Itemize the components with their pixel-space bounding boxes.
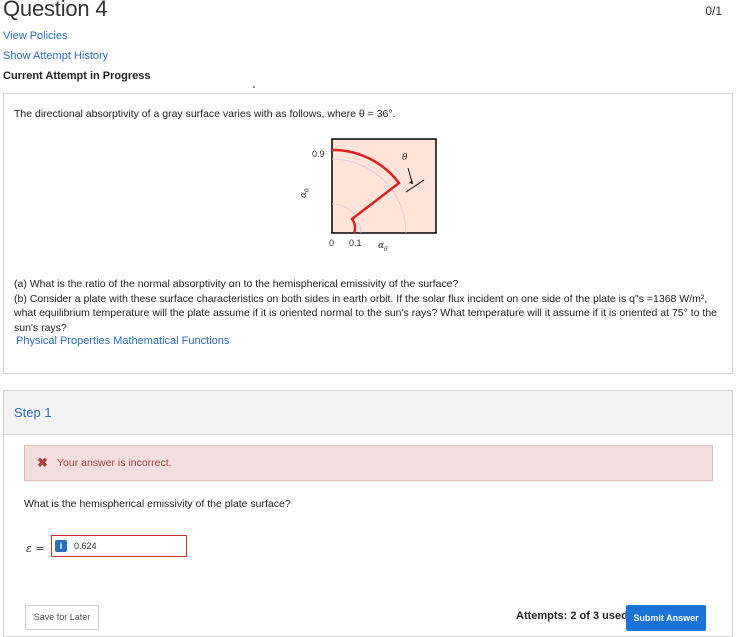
view-policies-link[interactable]: View Policies: [3, 30, 68, 42]
divider-dot: [253, 86, 255, 88]
score-badge: 0/1: [705, 4, 722, 18]
answer-input[interactable]: i 0.624: [51, 535, 187, 557]
incorrect-alert: ✖ Your answer is incorrect.: [24, 445, 713, 481]
physical-properties-link[interactable]: Physical Properties Mathematical Functio…: [16, 335, 229, 347]
angle-label: θ: [402, 153, 408, 163]
submit-answer-button[interactable]: Submit Answer: [626, 605, 706, 631]
current-attempt-label: Current Attempt in Progress: [3, 70, 151, 82]
info-icon[interactable]: i: [55, 540, 67, 552]
epsilon-label: ε =: [26, 542, 45, 555]
step-panel: Step 1 ✖ Your answer is incorrect. What …: [3, 390, 733, 637]
close-icon: ✖: [37, 455, 48, 470]
problem-panel: The directional absorptivity of a gray s…: [3, 93, 733, 374]
attempts-counter: Attempts: 2 of 3 used: [516, 610, 628, 622]
part-b-text: (b) Consider a plate with these surface …: [14, 292, 718, 334]
figure-frame: [331, 138, 437, 234]
y-axis-label: α θ: [299, 188, 311, 198]
step-question: What is the hemispherical emissivity of …: [24, 498, 291, 510]
step-title: Step 1: [14, 405, 52, 420]
x-tick-0: 0: [329, 238, 334, 248]
problem-intro: The directional absorptivity of a gray s…: [14, 108, 396, 120]
step-header: Step 1: [4, 391, 732, 435]
svg-text:θ: θ: [304, 188, 311, 192]
x-axis-label-sub: θ: [384, 246, 388, 253]
answer-value[interactable]: 0.624: [74, 541, 97, 551]
x-tick-1: 0.1: [349, 238, 362, 248]
show-attempt-history-link[interactable]: Show Attempt History: [3, 50, 108, 62]
part-a-text: (a) What is the ratio of the normal abso…: [14, 278, 459, 290]
question-text: (a) What is the ratio of the normal abso…: [14, 277, 724, 335]
question-title: Question 4: [3, 0, 108, 21]
alert-text: Your answer is incorrect.: [57, 457, 172, 469]
save-for-later-button[interactable]: Save for Later: [25, 605, 99, 630]
tick-top-label: 0.9: [312, 149, 325, 159]
absorptivity-figure: θ 0.9 α θ 0 0.1 α θ: [299, 138, 437, 253]
